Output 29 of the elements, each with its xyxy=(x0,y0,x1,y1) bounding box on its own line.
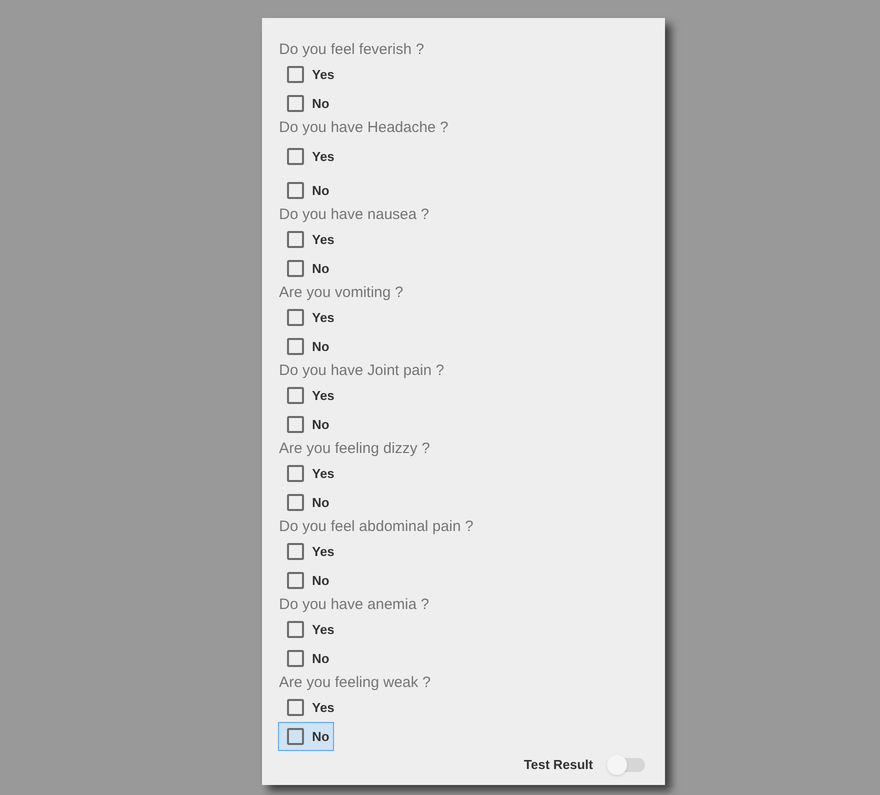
question-text: Do you have anemia ? xyxy=(279,595,430,615)
answer-option[interactable]: Yes xyxy=(278,60,340,89)
question-text: Are you feeling weak ? xyxy=(279,673,432,693)
answer-option[interactable]: Yes xyxy=(278,303,340,332)
answer-option[interactable]: No xyxy=(278,176,334,205)
question-text: Do you have nausea ? xyxy=(279,205,430,225)
answer-option[interactable]: No xyxy=(278,722,334,751)
answer-option[interactable]: Yes xyxy=(278,693,340,722)
answer-option[interactable]: No xyxy=(278,89,334,118)
answer-option[interactable]: No xyxy=(278,254,334,283)
answer-option[interactable]: No xyxy=(278,644,334,673)
question-text: Do you feel abdominal pain ? xyxy=(279,517,474,537)
answer-option[interactable]: No xyxy=(278,410,334,439)
question-text: Are you feeling dizzy ? xyxy=(279,439,431,459)
answer-option[interactable]: Yes xyxy=(278,142,340,171)
answer-option[interactable]: Yes xyxy=(278,615,340,644)
question-text: Do you feel feverish ? xyxy=(279,40,426,60)
answer-option[interactable]: Yes xyxy=(278,225,340,254)
toggle-switch[interactable] xyxy=(607,755,647,775)
answer-option[interactable]: Yes xyxy=(278,381,340,410)
answer-option[interactable]: Yes xyxy=(278,537,340,566)
answer-option[interactable]: No xyxy=(278,566,334,595)
question-text: Are you vomiting ? xyxy=(279,283,404,303)
answer-option[interactable]: Yes xyxy=(278,459,340,488)
question-text: Do you have Joint pain ? xyxy=(279,361,446,381)
toggle-label: Test Result xyxy=(524,756,593,774)
answer-option[interactable]: No xyxy=(278,488,334,517)
answer-option[interactable]: No xyxy=(278,332,334,361)
question-text: Do you have Headache ? xyxy=(279,118,450,138)
